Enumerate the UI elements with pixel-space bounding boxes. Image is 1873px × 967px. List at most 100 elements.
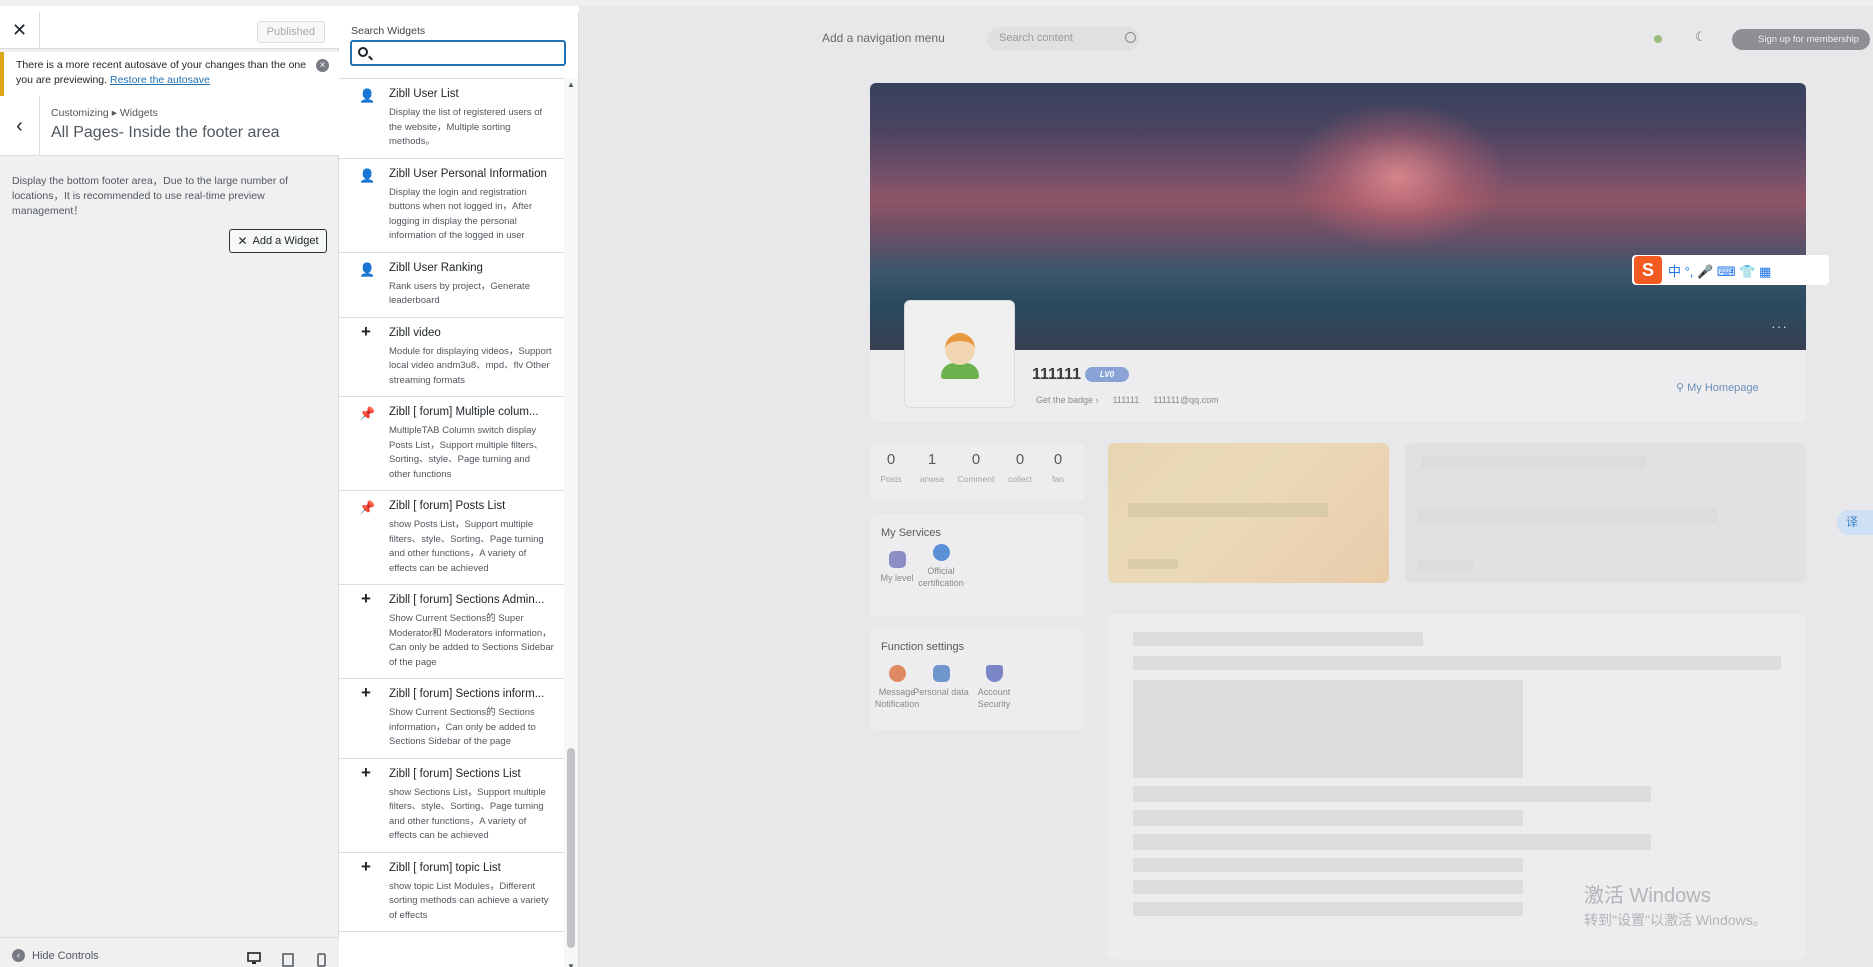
promo-banner [1108,443,1389,583]
available-widgets-panel: Search Widgets 👤 Zibll User List Display t… [339,12,579,967]
widget-list: 👤 Zibll User List Display the list of regi… [339,78,564,967]
search-icon [358,47,368,57]
collapse-icon: ‹ [12,949,25,962]
my-homepage-link[interactable]: ⚲ My Homepage [1676,381,1759,394]
plus-icon: + [361,856,371,876]
chevron-left-icon: ‹ [16,114,23,137]
ime-toolbar-icons: 中 °, 🎤 ⌨ 👕 ▦ [1668,263,1772,279]
widget-title: Zibll User List [389,88,459,100]
account-security-item[interactable]: Account Security [966,665,1022,710]
services-title: My Services [881,527,941,539]
avatar-head [945,333,975,365]
widget-item[interactable]: 👤 Zibll User Personal Information Display … [339,159,564,253]
widget-item[interactable]: 👤 Zibll User List Display the list of regi… [339,79,564,159]
widget-description: Show Current Sections的 Sections informat… [389,707,536,747]
widget-title: Zibll [ forum] Sections inform... [389,688,545,700]
close-icon: ✕ [237,234,248,248]
my-services-card: My Services My level Official certificat… [870,514,1084,616]
mobile-icon [316,952,326,967]
pin-icon: 📌 [359,500,376,515]
stat-collect[interactable]: 0 collect [1000,451,1040,484]
widget-description: Rank users by project，Generate leaderboa… [389,280,530,307]
ime-toolbar[interactable]: S 中 °, 🎤 ⌨ 👕 ▦ [1632,255,1829,285]
moon-icon[interactable]: ☾ [1695,29,1707,45]
add-widget-label: Add a Widget [252,235,319,247]
tablet-preview-button[interactable] [271,945,305,967]
theme-dot-icon[interactable] [1654,35,1662,43]
stat-answers[interactable]: 1 anwse [912,451,952,484]
get-badge-link[interactable]: Get the badge › [1036,395,1099,405]
widget-item[interactable]: + Zibll [ forum] Sections Admin... Show Cu… [339,585,564,679]
publish-button[interactable]: Published [256,21,325,43]
profile-meta: Get the badge › 111111 111111@qq.com [1036,395,1219,405]
widget-title: Zibll User Personal Information [389,167,547,180]
tablet-icon [282,952,294,967]
widget-item[interactable]: + Zibll [ forum] Sections List show Sectio… [339,759,564,853]
site-preview: Add a navigation menu Search content ☾ S… [579,6,1873,967]
user-id: 111111 [1112,395,1140,405]
activate-windows-watermark: 激活 Windows 转到"设置"以激活 Windows。 [1584,885,1767,928]
widget-title: Zibll [ forum] Sections Admin... [389,594,545,606]
level-chart-icon [888,551,906,568]
person-card-icon [932,665,950,682]
widget-list-scrollbar[interactable]: ▲ ▼ [564,78,578,967]
widget-description: Module for displaying videos，Support loc… [389,345,552,386]
plus-icon: + [361,589,371,608]
shield-icon [985,665,1003,682]
scrollbar-thumb[interactable] [567,748,575,948]
nav-menu-link[interactable]: Add a navigation menu [822,31,945,45]
widget-title: Zibll [ forum] Posts List [389,500,506,512]
scroll-up-icon[interactable]: ▲ [567,80,575,89]
stat-fans[interactable]: 0 fan [1038,451,1078,484]
preview-navbar: Add a navigation menu Search content ☾ S… [579,12,1873,66]
pin-icon: 📌 [359,406,376,421]
plus-icon: + [361,683,371,702]
screen: ✕ Published There is a more recent autos… [0,0,1873,967]
stat-posts[interactable]: 0 Posts [871,451,911,484]
mobile-preview-button[interactable] [304,945,338,967]
back-button[interactable]: ‹ [0,96,40,156]
widget-title: Zibll [ forum] Multiple colum... [389,406,539,418]
restore-autosave-link[interactable]: Restore the autosave [110,74,210,86]
close-customizer-button[interactable]: ✕ [0,12,40,49]
search-icon[interactable] [1125,32,1136,43]
widget-item[interactable]: + Zibll video Module for displaying videos… [339,318,564,397]
widget-item[interactable]: + Zibll [ forum] topic List show topic Lis… [339,853,564,932]
search-widgets-input[interactable] [350,40,566,66]
personal-data-item[interactable]: Personal data [913,665,969,698]
customizer-header: ✕ Published [0,12,339,49]
widget-item[interactable]: + Zibll [ forum] Sections inform... Show C… [339,679,564,759]
sogou-logo-icon: S [1634,256,1662,284]
preview-search-input[interactable]: Search content [987,27,1139,51]
avatar [904,300,1015,408]
hide-controls-button[interactable]: ‹ Hide Controls [12,949,99,962]
function-settings-title: Function settings [881,641,965,653]
desktop-preview-button[interactable] [237,945,271,967]
widget-item[interactable]: 👤 Zibll User Ranking Rank users by project… [339,253,564,318]
customizer-pane: ✕ Published There is a more recent autos… [0,12,339,967]
bell-icon [888,665,906,682]
section-header: ‹ Customizing ▸ Widgets All Pages- Insid… [0,96,339,156]
desktop-icon [247,951,261,964]
add-widget-button[interactable]: ✕ Add a Widget [229,229,327,253]
plus-icon: + [361,762,371,782]
signup-button[interactable]: Sign up for membership [1732,29,1870,50]
dismiss-notice-icon[interactable]: × [316,59,329,72]
widget-description: Display the list of registered users of … [389,107,543,147]
user-icon: 👤 [359,167,376,183]
widget-item[interactable]: 📌 Zibll [ forum] Posts List show Posts Lis… [339,491,564,585]
avatar-body [941,363,979,379]
autosave-notice: There is a more recent autosave of your … [0,52,339,96]
widget-description: show Sections List，Support multiple filt… [389,786,546,842]
user-icon: 👤 [359,88,376,103]
widget-title: Zibll [ forum] Sections List [389,767,521,780]
widget-description: MultipleTAB Column switch display Posts … [389,425,544,480]
search-widgets-label: Search Widgets [351,25,426,37]
scroll-down-icon[interactable]: ▼ [567,962,575,967]
translate-icon[interactable]: 译 [1837,510,1873,535]
more-options-icon[interactable]: ··· [1771,318,1788,334]
stat-comments[interactable]: 0 Comment [956,451,996,484]
official-certification-item[interactable]: Official certification [913,544,969,589]
widget-description: show Posts List，Support multiple filters… [389,519,544,574]
widget-item[interactable]: 📌 Zibll [ forum] Multiple colum... Multipl… [339,397,564,491]
